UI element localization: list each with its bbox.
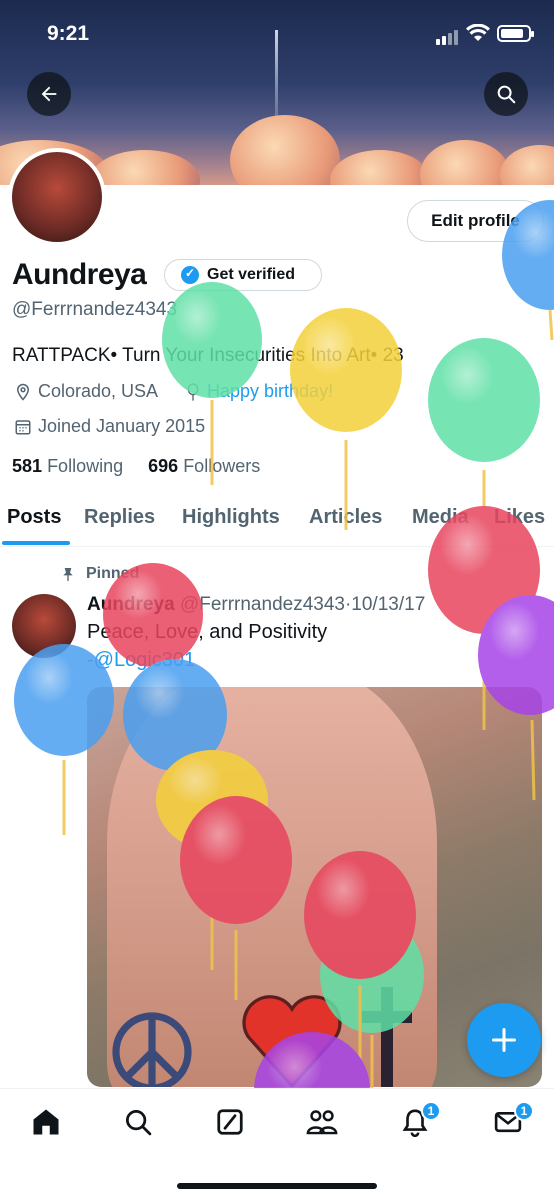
followers-label: Followers [183,456,261,476]
status-time: 9:21 [47,22,90,45]
tweet-author-name[interactable]: Aundreya [87,594,175,615]
tab-likes[interactable]: Likes [494,506,545,529]
cross-tattoo [362,987,412,1087]
communities-icon [306,1110,338,1135]
tab-media[interactable]: Media [412,506,469,529]
pinned-label: Pinned [86,565,140,582]
follow-counts: 581 Following 696 Followers [12,456,260,477]
banner-cloud [420,140,510,185]
profile-avatar[interactable] [8,148,106,246]
nav-explore[interactable] [121,1105,155,1139]
grok-icon [217,1109,243,1135]
banner-cloud [230,115,340,185]
tweet-text: Peace, Love, and Positivity [87,621,328,643]
tweet-avatar[interactable] [12,594,76,658]
back-arrow-icon [41,86,57,102]
tweet-mention-link[interactable]: -@Logic301 [87,649,195,672]
location-icon [16,383,30,401]
compose-post-button[interactable] [467,1003,541,1077]
tab-posts[interactable]: Posts [7,506,61,529]
profile-bio: RATTPACK• Turn Your Insecurities Into Ar… [12,345,404,366]
followers-count: 696 [148,456,179,476]
active-tab-indicator [2,541,70,545]
tweet-header: Aundreya @Ferrrnandez4343·10/13/17 [87,594,425,616]
nav-home[interactable] [29,1105,63,1139]
cellular-signal-icon [436,27,460,45]
banner-cloud [330,150,430,185]
location-text: Colorado, USA [38,381,159,401]
profile-birthday[interactable]: Happy birthday! [185,381,333,402]
profile-name: Aundreya [12,258,147,291]
tab-articles[interactable]: Articles [309,506,382,529]
profile-tabs: Posts Replies Highlights Articles Media … [0,496,554,547]
profile-handle: @Ferrrnandez4343 [12,299,178,320]
profile-location: Colorado, USA [14,381,158,402]
verified-badge-icon [181,266,199,284]
messages-badge: 1 [514,1101,534,1121]
banner-cloud [500,145,554,185]
joined-text: Joined January 2015 [38,416,206,436]
search-icon [497,85,516,104]
get-verified-label: Get verified [207,266,296,283]
followers-link[interactable]: 696 Followers [148,456,260,476]
wifi-icon [466,23,490,47]
tab-replies[interactable]: Replies [84,506,155,529]
heart-tattoo [242,995,342,1087]
status-bar: 9:21 [0,0,554,64]
edit-profile-button[interactable]: Edit profile [407,200,544,242]
explore-icon [126,1110,152,1136]
peace-tattoo [112,1012,192,1087]
home-indicator [177,1183,377,1189]
calendar-icon [15,419,31,434]
banner-cloud [90,150,200,185]
plus-icon [491,1027,517,1053]
nav-grok[interactable] [213,1105,247,1139]
following-label: Following [47,456,124,476]
profile-joined: Joined January 2015 [14,416,205,437]
following-link[interactable]: 581 Following [12,456,123,476]
home-icon [33,1109,59,1135]
nav-communities[interactable] [305,1105,339,1139]
tab-highlights[interactable]: Highlights [182,506,280,529]
balloon-icon [187,382,199,401]
battery-icon [497,25,534,42]
get-verified-button[interactable]: Get verified [164,259,322,291]
pin-icon [63,568,73,582]
following-count: 581 [12,456,43,476]
search-button[interactable] [484,72,528,116]
pinned-indicator: Pinned [60,565,139,583]
birthday-text[interactable]: Happy birthday! [207,381,333,402]
tweet-author-handle[interactable]: @Ferrrnandez4343 [180,594,345,615]
back-button[interactable] [27,72,71,116]
tweet-date[interactable]: 10/13/17 [351,594,425,615]
notifications-badge: 1 [421,1101,441,1121]
